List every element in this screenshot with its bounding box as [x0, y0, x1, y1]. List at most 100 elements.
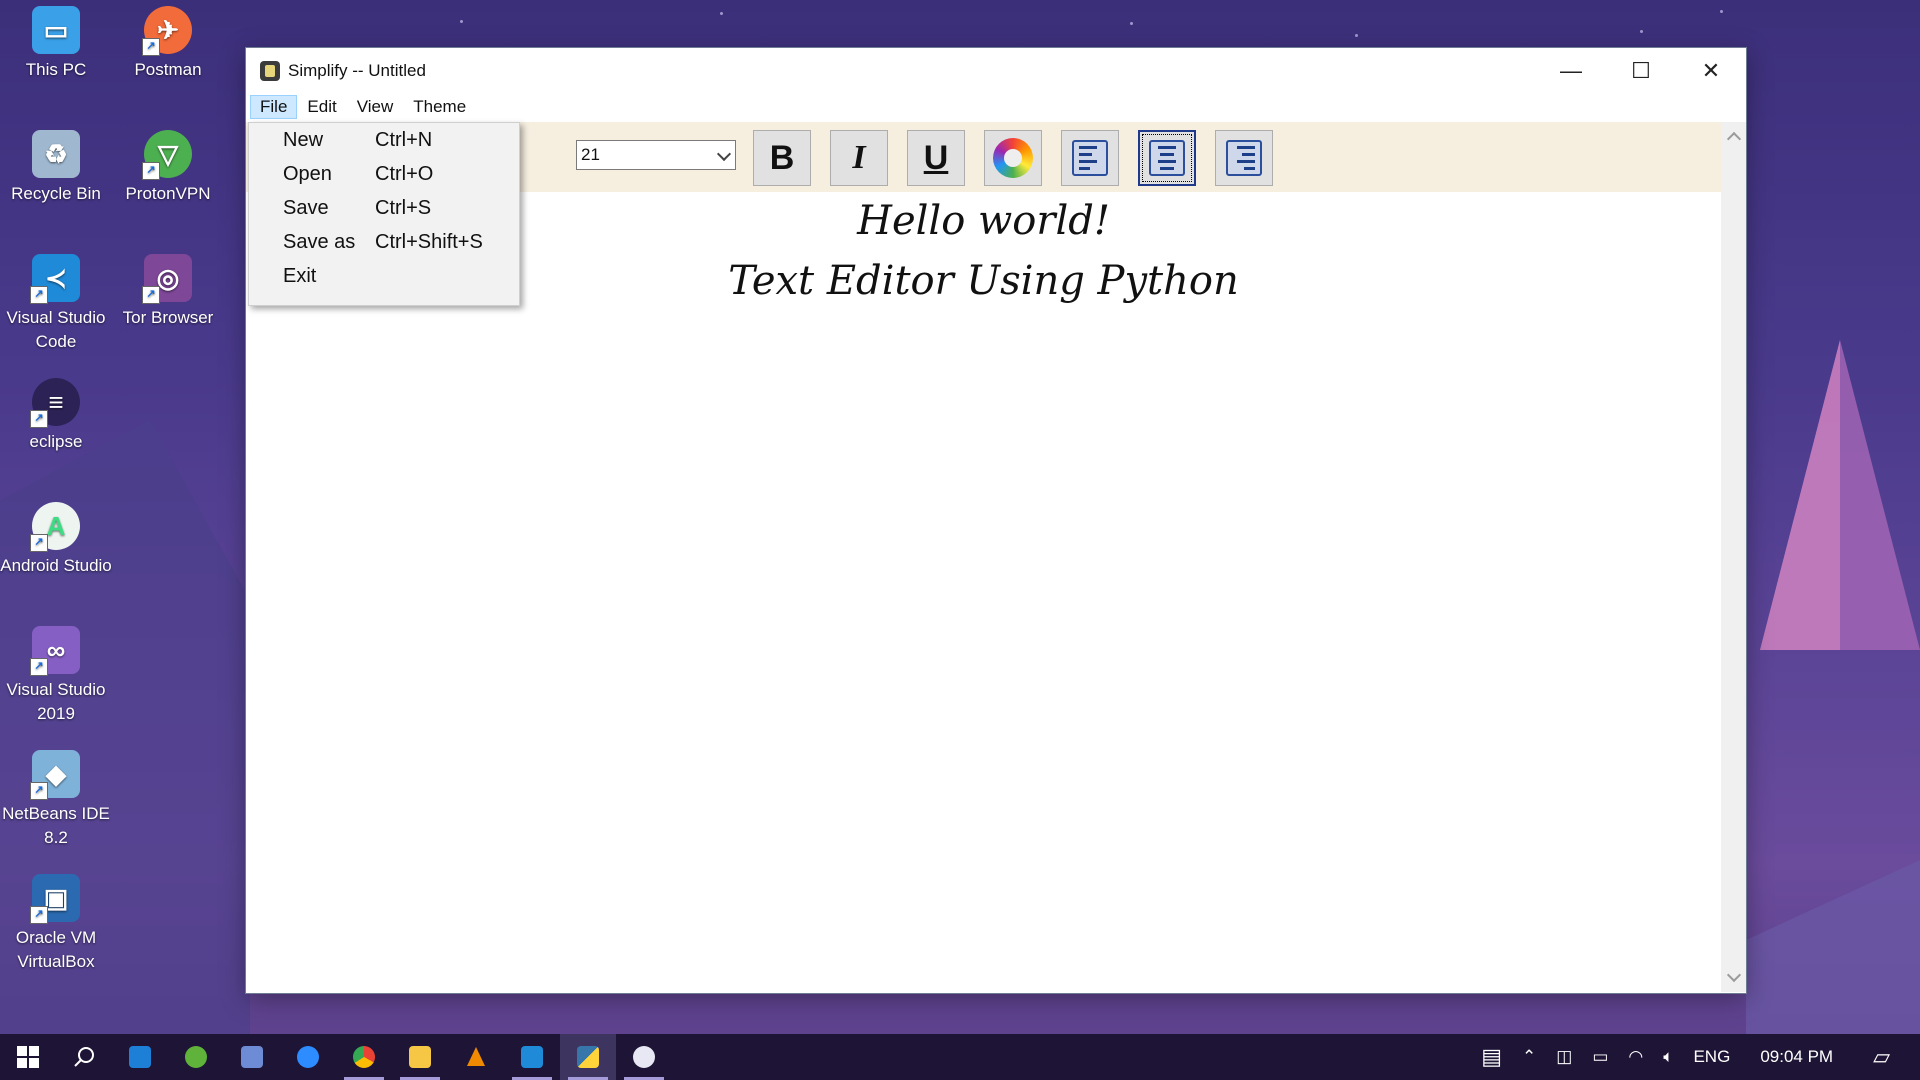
desktop-icon-visual-studio[interactable]: ↗ ∞ Visual Studio 2019	[0, 620, 112, 726]
menu-item-save[interactable]: Save Ctrl+S	[249, 191, 519, 225]
volume-icon[interactable]: 🔈︎	[1663, 1047, 1673, 1067]
menu-file[interactable]: File	[250, 95, 298, 119]
window-controls: — ☐ ✕	[1536, 48, 1746, 94]
taskbar: ▤ ⌃ ◫ ▭ ◠ 🔈︎ ENG 09:04 PM ▱	[0, 1034, 1920, 1080]
computer-icon: ▭	[32, 6, 80, 54]
desktop-icon-label: Visual Studio 2019	[6, 680, 106, 723]
app-icon	[260, 61, 280, 81]
menu-item-label: Save as	[283, 231, 356, 253]
desktop-icon-label: Postman	[134, 60, 202, 79]
desktop-icon-protonvpn[interactable]: ↗ ▽ ProtonVPN	[112, 124, 224, 206]
battery-icon[interactable]: ▭	[1592, 1047, 1608, 1067]
desktop-icon-label: Oracle VM VirtualBox	[15, 928, 97, 971]
taskbar-vscode[interactable]	[504, 1034, 560, 1080]
netbeans-icon: ↗ ◆	[30, 750, 80, 800]
menu-item-shortcut: Ctrl+S	[375, 197, 432, 219]
font-color-button[interactable]	[984, 130, 1042, 186]
vscode-icon	[521, 1046, 543, 1068]
network-app-icon	[241, 1046, 263, 1068]
title-bar[interactable]: Simplify -- Untitled — ☐ ✕	[246, 48, 1746, 94]
zoom-icon	[297, 1046, 319, 1068]
taskbar-chrome[interactable]	[336, 1034, 392, 1080]
font-size-select[interactable]: 21	[576, 140, 736, 170]
file-explorer-icon	[409, 1046, 431, 1068]
desktop-icon-virtualbox[interactable]: ↗ ▣ Oracle VM VirtualBox	[0, 868, 112, 974]
tor-browser-icon: ↗ ◎	[142, 254, 192, 304]
align-right-button[interactable]	[1215, 130, 1273, 186]
taskbar-python-app[interactable]	[560, 1034, 616, 1080]
desktop-icon-label: This PC	[25, 60, 87, 79]
menu-edit[interactable]: Edit	[297, 95, 346, 119]
menu-item-shortcut: Ctrl+O	[375, 163, 434, 185]
scroll-down-icon[interactable]	[1726, 967, 1742, 983]
desktop-icon-postman[interactable]: ↗ ✈ Postman	[112, 0, 224, 82]
desktop-icon-label: NetBeans IDE 8.2	[2, 804, 110, 847]
bold-button[interactable]: B	[753, 130, 811, 186]
start-button[interactable]	[0, 1034, 56, 1080]
windows-start-icon	[17, 1046, 39, 1068]
paint-icon	[633, 1046, 655, 1068]
chevron-up-icon[interactable]: ⌃	[1522, 1047, 1536, 1067]
taskbar-file-explorer[interactable]	[392, 1034, 448, 1080]
desktop-icon-eclipse[interactable]: ↗ ≡ eclipse	[0, 372, 112, 454]
news-icon[interactable]: ▤	[1481, 1044, 1502, 1070]
text-area[interactable]: Hello world! Text Editor Using Python	[246, 192, 1721, 992]
vlc-icon	[467, 1047, 485, 1066]
taskbar-zoom[interactable]	[280, 1034, 336, 1080]
chrome-icon	[353, 1046, 375, 1068]
menu-item-shortcut: Ctrl+N	[375, 129, 433, 151]
taskbar-mail[interactable]	[112, 1034, 168, 1080]
menu-item-label: New	[283, 129, 324, 151]
desktop-icon-this-pc[interactable]: ▭ This PC	[0, 0, 112, 82]
desktop-icon-netbeans[interactable]: ↗ ◆ NetBeans IDE 8.2	[0, 744, 112, 850]
search-button[interactable]	[56, 1034, 112, 1080]
align-center-icon	[1149, 140, 1185, 176]
camera-icon[interactable]: ◫	[1556, 1047, 1572, 1067]
visual-studio-icon: ↗ ∞	[30, 626, 80, 676]
desktop-icon-tor-browser[interactable]: ↗ ◎ Tor Browser	[112, 248, 224, 330]
maximize-button[interactable]: ☐	[1606, 48, 1676, 94]
desktop-icon-vscode[interactable]: ↗ ≺ Visual Studio Code	[0, 248, 112, 354]
taskbar-network-app[interactable]	[224, 1034, 280, 1080]
minimize-button[interactable]: —	[1536, 48, 1606, 94]
desktop-icon-label: ProtonVPN	[125, 184, 211, 203]
clock[interactable]: 09:04 PM	[1760, 1047, 1833, 1067]
desktop-icon-label: Tor Browser	[122, 308, 214, 327]
eclipse-icon: ↗ ≡	[30, 378, 80, 428]
align-center-button[interactable]	[1138, 130, 1196, 186]
menu-item-exit[interactable]: Exit	[249, 259, 519, 293]
menu-view[interactable]: View	[347, 95, 404, 119]
language-indicator[interactable]: ENG	[1693, 1047, 1730, 1067]
file-menu-dropdown: New Ctrl+N Open Ctrl+O Save Ctrl+S Save …	[248, 122, 520, 306]
taskbar-vlc[interactable]	[448, 1034, 504, 1080]
vscode-icon: ↗ ≺	[30, 254, 80, 304]
menu-theme[interactable]: Theme	[403, 95, 476, 119]
menu-bar: File Edit View Theme	[246, 94, 1746, 120]
close-button[interactable]: ✕	[1676, 48, 1746, 94]
utorrent-icon	[185, 1046, 207, 1068]
scroll-up-icon[interactable]	[1726, 131, 1742, 147]
menu-item-shortcut: Ctrl+Shift+S	[375, 231, 483, 253]
taskbar-paint[interactable]	[616, 1034, 672, 1080]
vertical-scrollbar[interactable]	[1721, 122, 1746, 992]
menu-item-open[interactable]: Open Ctrl+O	[249, 157, 519, 191]
italic-button[interactable]: I	[830, 130, 888, 186]
desktop-icon-android-studio[interactable]: ↗ A Android Studio	[0, 496, 112, 578]
desktop-icon-label: eclipse	[29, 432, 83, 451]
align-left-button[interactable]	[1061, 130, 1119, 186]
notifications-icon[interactable]: ▱	[1873, 1044, 1890, 1070]
taskbar-utorrent[interactable]	[168, 1034, 224, 1080]
color-wheel-icon	[993, 138, 1033, 178]
desktop-icon-label: Recycle Bin	[11, 184, 101, 203]
menu-item-save-as[interactable]: Save as Ctrl+Shift+S	[249, 225, 519, 259]
menu-item-new[interactable]: New Ctrl+N	[249, 123, 519, 157]
underline-button[interactable]: U	[907, 130, 965, 186]
wifi-icon[interactable]: ◠	[1628, 1047, 1643, 1067]
protonvpn-icon: ↗ ▽	[142, 130, 192, 180]
desktop-icon-label: Visual Studio Code	[6, 308, 106, 351]
bold-icon: B	[769, 138, 795, 177]
italic-icon: I	[852, 139, 866, 176]
underline-icon: U	[923, 138, 949, 177]
python-app-icon	[577, 1046, 599, 1068]
desktop-icon-recycle-bin[interactable]: ♻ Recycle Bin	[0, 124, 112, 206]
